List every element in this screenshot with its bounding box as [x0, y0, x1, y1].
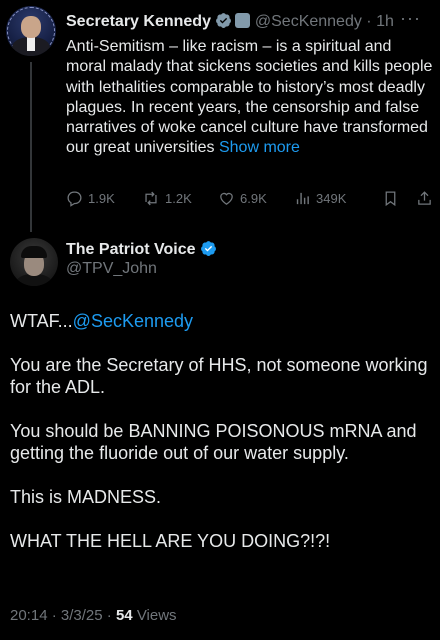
verified-badge-icon	[200, 240, 217, 262]
meta-separator: ·	[102, 607, 116, 624]
tweet2-views-label: Views	[136, 607, 177, 624]
reply-icon	[67, 191, 82, 207]
views-button[interactable]: 349K	[294, 190, 346, 207]
tweet1-separator: ·	[361, 13, 377, 30]
tweet2-name-row: The Patriot Voice	[66, 240, 217, 262]
tweet2-paragraph: WTAF...@SecKennedy	[10, 310, 430, 332]
show-more-link[interactable]: Show more	[219, 139, 300, 156]
tweet2-paragraph: You are the Secretary of HHS, not someon…	[10, 355, 428, 397]
secretary-kennedy-avatar[interactable]	[6, 6, 56, 56]
more-options-icon[interactable]: ···	[400, 8, 421, 29]
tweet2-paragraph: This is MADNESS.	[10, 487, 162, 507]
government-badge-icon	[235, 13, 251, 28]
like-icon	[220, 192, 233, 205]
tweet2-paragraph: WHAT THE HELL ARE YOU DOING?!?!	[10, 531, 331, 551]
share-icon	[418, 191, 431, 205]
repost-count: 1.2K	[165, 191, 192, 206]
tweet1-author-name[interactable]: Secretary Kennedy	[66, 13, 211, 30]
like-count: 6.9K	[240, 191, 267, 206]
bookmark-icon	[385, 191, 396, 207]
tweet2-date[interactable]: 3/3/25	[61, 607, 103, 624]
tweet2-body: WTAF...@SecKennedy You are the Secretary…	[10, 310, 430, 552]
tweet2-views-count: 54	[115, 607, 133, 624]
tweet1-header: Secretary Kennedy @SecKennedy · 1h	[66, 12, 394, 34]
tweet2-meta: 20:14 · 3/3/25 · 54 Views	[10, 607, 177, 624]
meta-separator: ·	[47, 607, 61, 624]
tweet1-time[interactable]: 1h	[376, 13, 394, 30]
verified-badge-icon	[215, 12, 232, 34]
views-icon	[296, 192, 309, 205]
tweet1-handle[interactable]: @SecKennedy	[255, 13, 362, 30]
share-button[interactable]	[416, 190, 438, 207]
tweet2-author-name[interactable]: The Patriot Voice	[66, 241, 196, 258]
tweet2-handle[interactable]: @TPV_John	[66, 260, 157, 278]
tweet1-action-bar: 1.9K 1.2K 6.9K 349K	[66, 190, 440, 210]
tweet2-time[interactable]: 20:14	[10, 607, 48, 624]
repost-button[interactable]: 1.2K	[142, 190, 192, 207]
tweet1-text: Anti-Semitism – like racism – is a spiri…	[66, 37, 434, 159]
repost-icon	[145, 191, 157, 206]
views-count: 349K	[316, 191, 347, 206]
bookmark-button[interactable]	[382, 190, 404, 207]
tweet2-line1-text: WTAF...	[10, 311, 73, 331]
mention-link[interactable]: @SecKennedy	[73, 311, 193, 331]
reply-button[interactable]: 1.9K	[66, 190, 115, 207]
patriot-voice-avatar[interactable]	[10, 238, 58, 286]
reply-count: 1.9K	[88, 191, 115, 206]
like-button[interactable]: 6.9K	[218, 190, 267, 207]
thread-connector-line	[30, 62, 32, 232]
tweet2-paragraph: You should be BANNING POISONOUS mRNA and…	[10, 421, 417, 463]
